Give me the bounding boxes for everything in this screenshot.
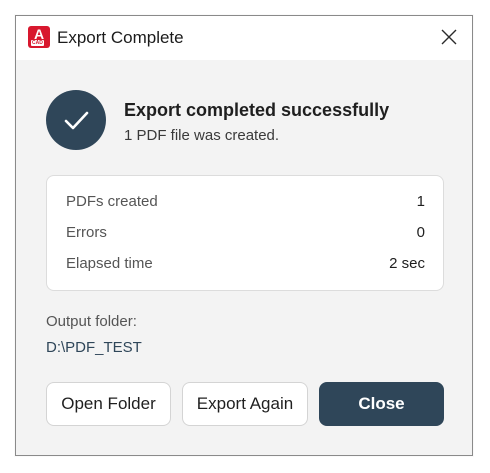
stat-label: Elapsed time — [66, 255, 153, 272]
window-title: Export Complete — [57, 28, 184, 47]
app-logo-letter: A — [33, 26, 45, 42]
stat-value: 2 sec — [389, 255, 425, 272]
stat-value: 0 — [416, 224, 425, 241]
open-folder-button[interactable]: Open Folder — [46, 382, 171, 426]
app-logo-sub: CAD — [31, 40, 44, 46]
output-folder-path: D:\PDF_TEST — [46, 339, 142, 356]
export-complete-dialog: A CAD Export Complete Export completed s… — [15, 15, 473, 456]
stat-value: 1 — [416, 193, 425, 210]
checkmark-icon — [64, 111, 89, 130]
stat-row-pdfs-created: PDFs created 1 — [66, 193, 425, 213]
status-title: Export completed successfully — [124, 100, 390, 120]
success-status-indicator — [46, 90, 106, 150]
stat-row-errors: Errors 0 — [66, 224, 425, 244]
stat-label: PDFs created — [66, 193, 158, 210]
window-close-button[interactable] — [436, 24, 462, 50]
export-summary-card: PDFs created 1 Errors 0 Elapsed time 2 s… — [46, 175, 444, 291]
stat-row-elapsed-time: Elapsed time 2 sec — [66, 255, 425, 275]
export-again-button[interactable]: Export Again — [182, 382, 308, 426]
close-button[interactable]: Close — [319, 382, 444, 426]
output-folder-label: Output folder: — [46, 313, 137, 330]
title-bar: A CAD Export Complete — [16, 16, 472, 60]
status-subtitle: 1 PDF file was created. — [124, 127, 280, 144]
close-icon — [441, 29, 457, 45]
stat-label: Errors — [66, 224, 107, 241]
autocad-logo-icon: A CAD — [28, 26, 50, 48]
